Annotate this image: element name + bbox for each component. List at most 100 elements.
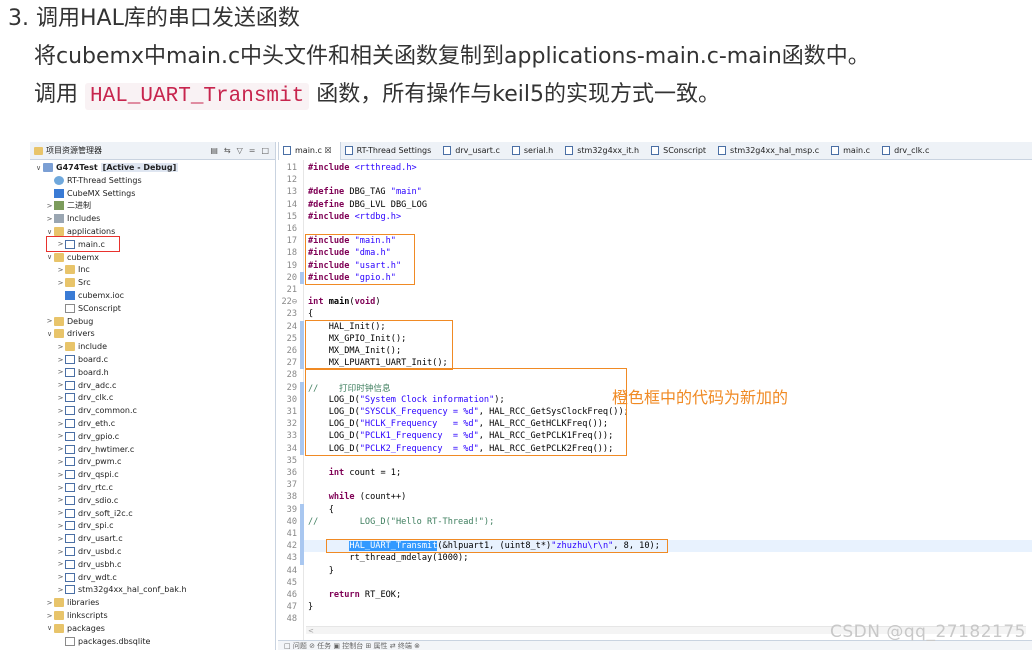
explorer-tool-0[interactable]: ▤ [210, 146, 218, 155]
tree-item[interactable]: CubeMX Settings [45, 187, 135, 200]
code-line[interactable]: 21 [278, 284, 300, 296]
tree-item[interactable]: > drv_rtc.c [56, 481, 113, 494]
code-line[interactable]: 43 rt_thread_mdelay(1000); [278, 552, 469, 564]
code-line[interactable]: 46 return RT_EOK; [278, 589, 402, 601]
code-line[interactable]: 26 MX_DMA_Init(); [278, 345, 402, 357]
tree-toggle-icon[interactable]: > [56, 394, 65, 402]
code-line[interactable]: 31 LOG_D("SYSCLK_Frequency = %d", HAL_RC… [278, 406, 629, 418]
code-line[interactable]: 13 #define DBG_TAG "main" [278, 186, 422, 198]
editor-tabs[interactable]: main.c ☒ RT-Thread Settings drv_usart.c ser… [278, 141, 1032, 160]
tree-item[interactable]: > linkscripts [45, 609, 108, 622]
code-line[interactable]: 28 [278, 369, 300, 381]
tree-item[interactable]: > drv_common.c [56, 404, 137, 417]
code-line[interactable]: 42 HAL_UART_Transmit(&hlpuart1, (uint8_t… [278, 540, 660, 552]
tree-toggle-icon[interactable]: ∨ [45, 624, 54, 632]
tree-item[interactable]: packages.dbsqlite [56, 635, 150, 648]
tree-toggle-icon[interactable]: > [56, 445, 65, 453]
tree-item[interactable]: ∨ G474Test [Active - Debug] [34, 161, 179, 174]
explorer-tool-2[interactable]: ▽ [237, 146, 243, 155]
tree-item[interactable]: > drv_usbh.c [56, 558, 121, 571]
tree-item[interactable]: > drv_wdt.c [56, 571, 117, 584]
code-line[interactable]: 11 #include <rtthread.h> [278, 162, 417, 174]
tree-toggle-icon[interactable]: > [56, 535, 65, 543]
tree-item[interactable]: ∨ packages [45, 622, 105, 635]
tree-toggle-icon[interactable]: > [56, 407, 65, 415]
code-line[interactable]: 34 LOG_D("PCLK2_Frequency = %d", HAL_RCC… [278, 443, 614, 455]
code-line[interactable]: 39 { [278, 504, 334, 516]
editor-tab[interactable]: SConscript [647, 142, 714, 160]
code-line[interactable]: 20 #include "gpio.h" [278, 272, 396, 284]
tree-toggle-icon[interactable]: > [56, 484, 65, 492]
tree-toggle-icon[interactable]: > [56, 548, 65, 556]
tree-toggle-icon[interactable]: > [45, 317, 54, 325]
code-line[interactable]: 36 int count = 1; [278, 467, 402, 479]
code-line[interactable]: 24 HAL_Init(); [278, 321, 386, 333]
tree-toggle-icon[interactable]: > [56, 420, 65, 428]
code-line[interactable]: 41 [278, 528, 300, 540]
code-line[interactable]: 40 // LOG_D("Hello RT-Thread!"); [278, 516, 495, 528]
tree-toggle-icon[interactable]: ∨ [34, 164, 43, 172]
tree-item[interactable]: > drv_pwm.c [56, 455, 121, 468]
code-line[interactable]: 27 MX_LPUART1_UART_Init(); [278, 357, 448, 369]
tree-toggle-icon[interactable]: ∨ [45, 330, 54, 338]
tree-toggle-icon[interactable]: > [56, 496, 65, 504]
tree-toggle-icon[interactable]: > [56, 368, 65, 376]
tree-item[interactable]: ∨ drivers [45, 327, 95, 340]
code-line[interactable]: 17 #include "main.h" [278, 235, 396, 247]
editor-tab[interactable]: main.c [827, 142, 878, 160]
tree-item[interactable]: SConscript [56, 302, 121, 315]
tree-item[interactable]: > drv_usart.c [56, 532, 123, 545]
editor-tab[interactable]: stm32g4xx_hal_msp.c [714, 142, 827, 160]
tree-item[interactable]: > drv_sdio.c [56, 494, 118, 507]
code-line[interactable]: 15 #include <rtdbg.h> [278, 211, 402, 223]
code-line[interactable]: 12 [278, 174, 300, 186]
tree-toggle-icon[interactable]: > [56, 381, 65, 389]
tree-toggle-icon[interactable]: > [56, 509, 65, 517]
tree-toggle-icon[interactable]: > [56, 522, 65, 530]
editor-tab[interactable]: main.c ☒ [278, 141, 341, 160]
tree-item[interactable]: > Includes [45, 212, 100, 225]
editor-tab[interactable]: stm32g4xx_it.h [561, 142, 647, 160]
tree-toggle-icon[interactable]: > [56, 560, 65, 568]
tree-item[interactable]: > board.h [56, 366, 109, 379]
tree-toggle-icon[interactable]: > [56, 266, 65, 274]
tree-item[interactable]: > include [56, 340, 107, 353]
tree-toggle-icon[interactable]: > [56, 471, 65, 479]
explorer-toolbar[interactable]: ▤ ⇆ ▽ = □ [210, 146, 275, 155]
tree-item[interactable]: > drv_gpio.c [56, 430, 119, 443]
tree-toggle-icon[interactable]: > [45, 612, 54, 620]
tree-item[interactable]: > Debug [45, 315, 93, 328]
tree-item[interactable]: > drv_eth.c [56, 417, 115, 430]
tree-item[interactable]: > drv_adc.c [56, 379, 116, 392]
tree-toggle-icon[interactable]: > [56, 356, 65, 364]
tree-toggle-icon[interactable]: > [56, 573, 65, 581]
code-line[interactable]: 19 #include "usart.h" [278, 260, 402, 272]
tree-toggle-icon[interactable]: > [56, 458, 65, 466]
tree-item[interactable]: ∨ cubemx [45, 251, 99, 264]
code-line[interactable]: 18 #include "dma.h" [278, 247, 391, 259]
editor-tab[interactable]: serial.h [508, 142, 561, 160]
code-line[interactable]: 38 while (count++) [278, 491, 407, 503]
tree-toggle-icon[interactable]: ∨ [45, 228, 54, 236]
explorer-tool-3[interactable]: = [249, 146, 256, 155]
code-line[interactable]: 29// 打印时钟信息 [278, 382, 391, 394]
tree-item[interactable]: > drv_spi.c [56, 519, 114, 532]
tree-item[interactable]: RT-Thread Settings [45, 174, 142, 187]
code-line[interactable]: 23 { [278, 308, 314, 320]
tree-toggle-icon[interactable]: > [45, 599, 54, 607]
editor-tab[interactable]: drv_usart.c [439, 142, 508, 160]
code-line[interactable]: 22⊖ int main(void) [278, 296, 380, 308]
tree-item[interactable]: > drv_qspi.c [56, 468, 119, 481]
tree-item[interactable]: > drv_usbd.c [56, 545, 121, 558]
tree-toggle-icon[interactable]: > [45, 202, 54, 210]
tree-item[interactable]: > drv_clk.c [56, 391, 113, 404]
code-line[interactable]: 47} [278, 601, 314, 613]
tree-toggle-icon[interactable]: > [56, 343, 65, 351]
editor-tab[interactable]: drv_clk.c [878, 142, 937, 160]
code-line[interactable]: 14 #define DBG_LVL DBG_LOG [278, 199, 427, 211]
editor-tab[interactable]: RT-Thread Settings [341, 142, 440, 160]
code-line[interactable]: 45 [278, 577, 300, 589]
tree-item[interactable]: > drv_soft_i2c.c [56, 507, 133, 520]
code-line[interactable]: 16 [278, 223, 300, 235]
tree-toggle-icon[interactable]: > [45, 215, 54, 223]
